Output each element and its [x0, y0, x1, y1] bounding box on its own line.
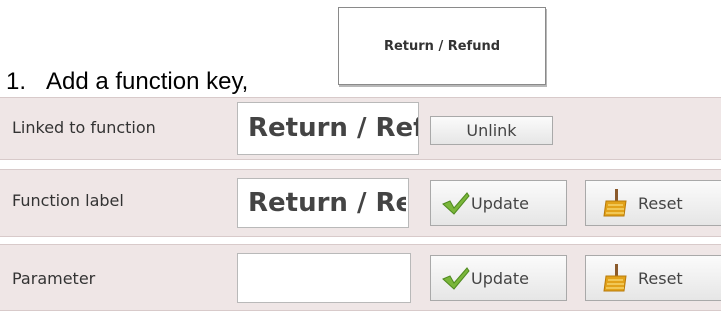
parameter-row: Parameter Update Reset	[0, 244, 721, 311]
broom-icon	[603, 189, 627, 217]
function-label-input[interactable]	[237, 178, 409, 228]
checkmark-icon	[442, 192, 470, 215]
step-text: Add a function key,	[46, 68, 249, 95]
instruction-step: 1. Add a function key,	[6, 68, 248, 96]
linked-function-label: Linked to function	[12, 118, 156, 137]
unlink-button[interactable]: Unlink	[430, 116, 553, 145]
step-number: 1.	[6, 68, 27, 95]
parameter-update-button[interactable]: Update	[430, 255, 567, 301]
function-settings-panel: Linked to function Return / Refund Unlin…	[0, 94, 721, 314]
function-label-label: Function label	[12, 191, 124, 210]
update-label: Update	[471, 268, 529, 288]
broom-icon	[603, 264, 627, 292]
reset-label: Reset	[638, 193, 683, 213]
reset-label: Reset	[638, 268, 683, 288]
unlink-button-label: Unlink	[466, 121, 517, 140]
function-label-row: Function label Update Reset	[0, 169, 721, 237]
function-key-label: Return / Refund	[383, 38, 501, 54]
checkmark-icon	[442, 267, 470, 290]
linked-function-field: Return / Refund	[237, 102, 419, 155]
function-key-button[interactable]: Return / Refund	[338, 7, 546, 85]
function-label-reset-button[interactable]: Reset	[585, 180, 721, 226]
function-label-update-button[interactable]: Update	[430, 180, 567, 226]
update-label: Update	[471, 193, 529, 213]
parameter-label: Parameter	[12, 269, 96, 288]
linked-function-row: Linked to function Return / Refund Unlin…	[0, 97, 721, 160]
parameter-input[interactable]	[237, 253, 411, 303]
parameter-reset-button[interactable]: Reset	[585, 255, 721, 301]
